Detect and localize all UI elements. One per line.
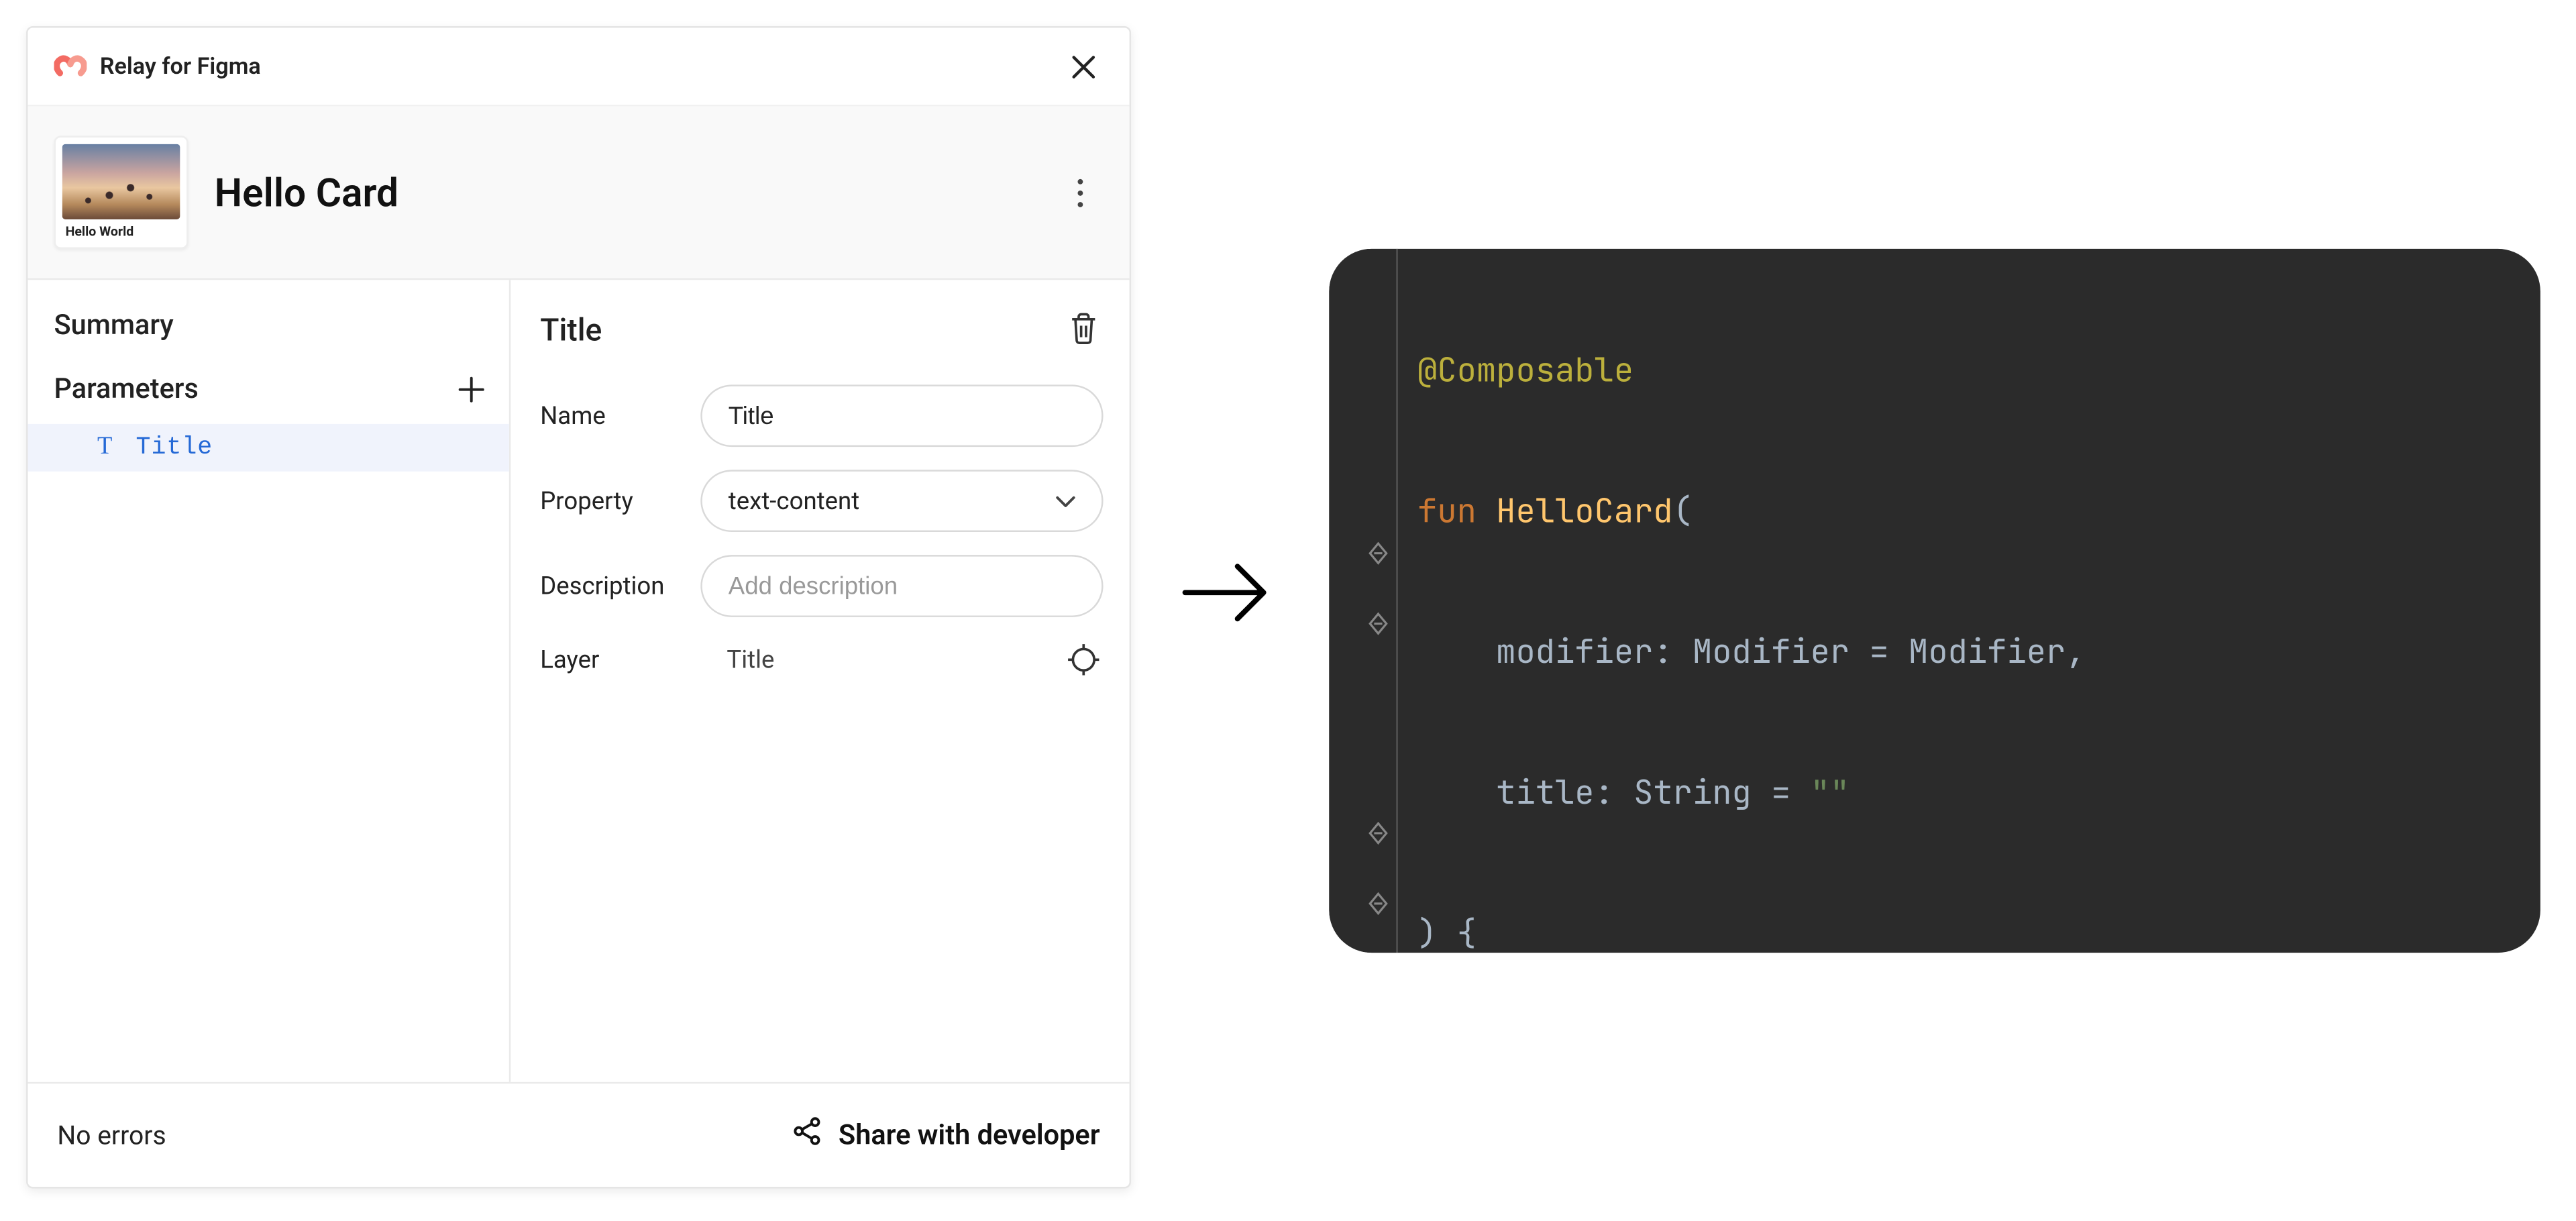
code-text: @Composable fun HelloCard( modifier: Mod… — [1398, 249, 2540, 953]
share-button[interactable]: Share with developer — [793, 1116, 1100, 1154]
description-input[interactable] — [700, 555, 1103, 617]
status-text: No errors — [57, 1120, 166, 1151]
parameter-name: Title — [136, 434, 213, 462]
name-label: Name — [540, 401, 681, 431]
component-title: Hello Card — [215, 170, 1032, 215]
fold-marker-icon[interactable] — [1365, 890, 1391, 916]
plugin-footer: No errors Share with developer — [28, 1082, 1129, 1187]
layer-label: Layer — [540, 645, 681, 674]
arrow-icon — [1179, 557, 1277, 635]
code-preview: @Composable fun HelloCard( modifier: Mod… — [1329, 249, 2540, 953]
target-icon[interactable] — [1064, 640, 1104, 680]
summary-heading[interactable]: Summary — [28, 309, 508, 372]
share-label: Share with developer — [839, 1119, 1100, 1152]
share-icon — [793, 1116, 822, 1154]
delete-icon[interactable] — [1064, 309, 1104, 349]
detail-heading: Title — [540, 310, 602, 348]
relay-logo-icon — [54, 53, 87, 79]
fold-marker-icon[interactable] — [1365, 820, 1391, 846]
text-type-icon: T — [93, 434, 116, 462]
plugin-title: Relay for Figma — [100, 53, 261, 79]
property-label: Property — [540, 486, 681, 516]
layer-value: Title — [700, 645, 1044, 674]
fold-marker-icon[interactable] — [1365, 610, 1391, 637]
property-select[interactable]: text-content — [700, 470, 1103, 532]
property-value: text-content — [729, 486, 859, 516]
parameter-item-title[interactable]: T Title — [28, 424, 508, 472]
more-menu-icon[interactable] — [1057, 170, 1103, 215]
component-header: Hello World Hello Card — [28, 107, 1129, 280]
parameters-heading: Parameters — [54, 373, 199, 406]
detail-panel: Title Name Property — [511, 280, 1129, 1082]
left-panel: Summary Parameters T Title — [28, 280, 511, 1082]
add-parameter-icon[interactable] — [453, 372, 490, 408]
code-gutter — [1329, 249, 1397, 953]
fold-marker-icon[interactable] — [1365, 540, 1391, 566]
chevron-down-icon — [1056, 486, 1075, 516]
name-input[interactable] — [700, 384, 1103, 447]
thumbnail-caption: Hello World — [62, 219, 180, 241]
plugin-window: Relay for Figma Hello World Hello Card S… — [26, 26, 1131, 1188]
component-thumbnail: Hello World — [54, 136, 189, 249]
close-icon[interactable] — [1064, 47, 1104, 87]
description-label: Description — [540, 572, 681, 601]
thumbnail-image — [62, 144, 180, 219]
plugin-titlebar: Relay for Figma — [28, 28, 1129, 106]
